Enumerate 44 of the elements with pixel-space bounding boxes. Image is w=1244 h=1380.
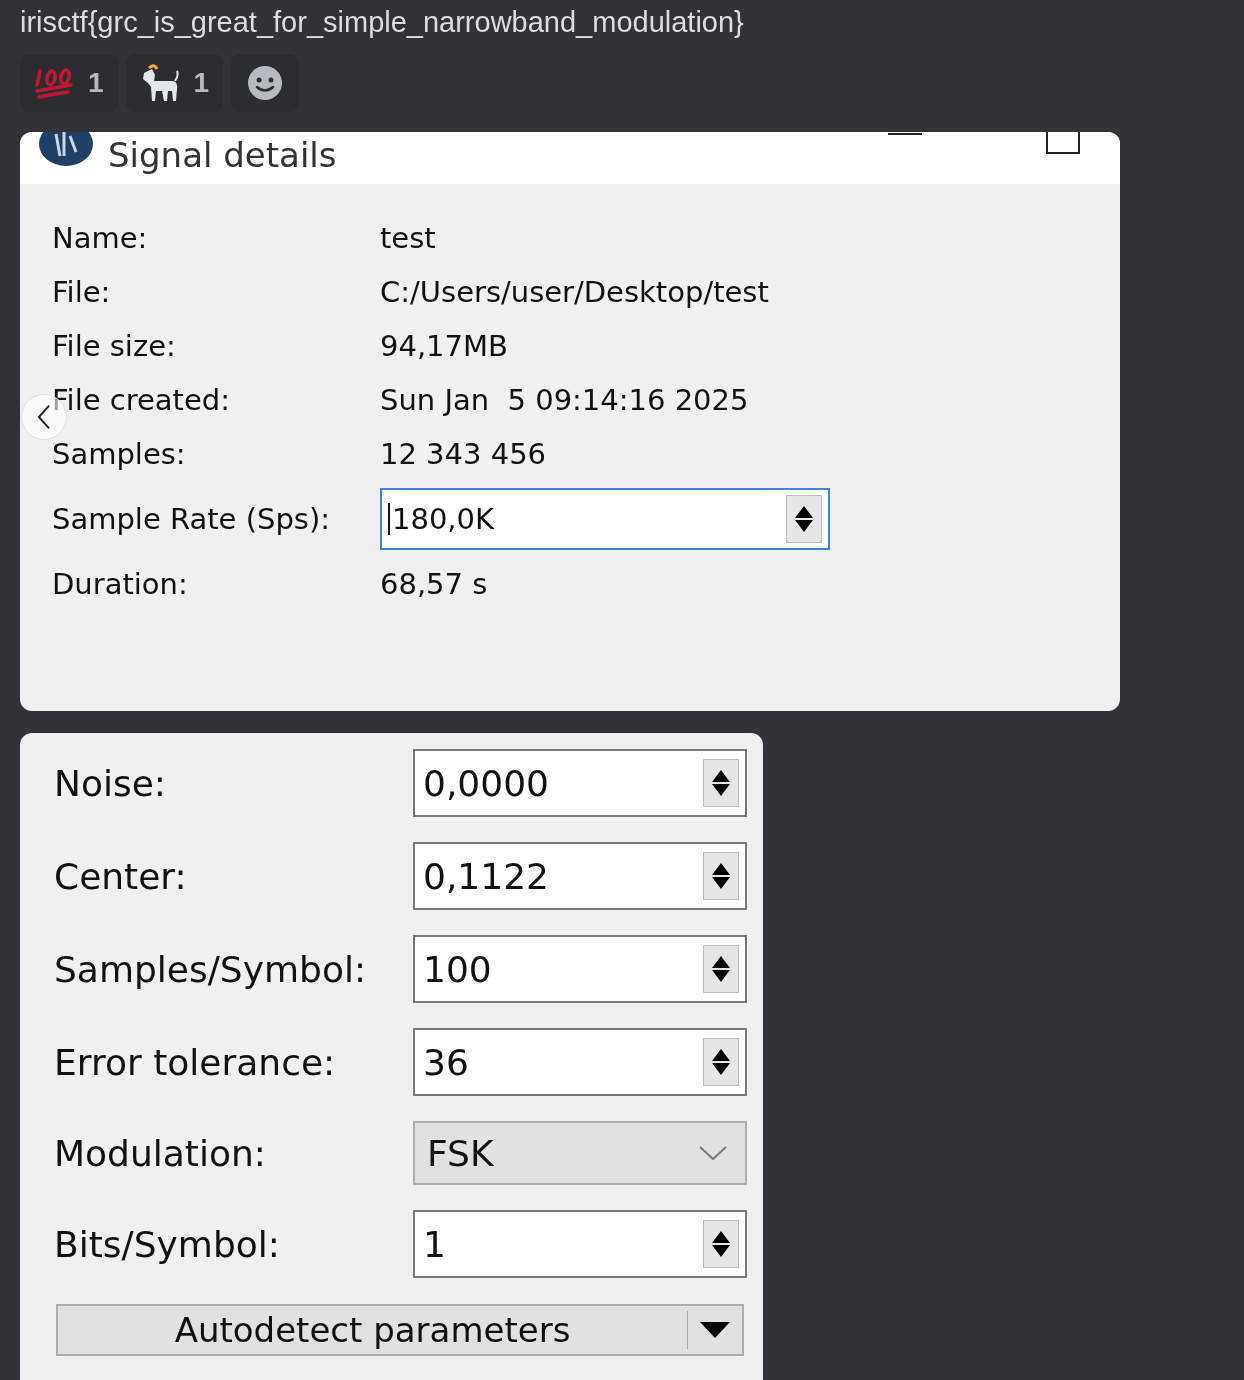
spin-buttons-icon[interactable] — [703, 759, 739, 807]
field-label: Center: — [54, 855, 188, 897]
field-label: Samples: — [52, 436, 186, 473]
message-text: irisctf{grc_is_great_for_simple_narrowband_modulation} — [20, 5, 745, 40]
field-value: Sun Jan 5 09:14:16 2025 — [380, 382, 749, 419]
field-label: Modulation: — [54, 1132, 267, 1174]
field-value: 68,57 s — [380, 566, 488, 603]
window-title: Signal details — [108, 134, 337, 176]
field-label: File created: — [52, 382, 230, 419]
field-value: 12 343 456 — [380, 436, 547, 473]
spin-box[interactable]: 0,1122 — [413, 842, 747, 910]
modulation-dropdown[interactable]: FSK — [413, 1121, 747, 1185]
maximize-icon[interactable] — [1046, 132, 1080, 154]
spin-box[interactable]: 0,0000 — [413, 749, 747, 817]
field-label: Duration: — [52, 566, 188, 603]
spin-box[interactable]: 36 — [413, 1028, 747, 1096]
field-label: File size: — [52, 328, 176, 365]
add-reaction-button[interactable] — [231, 54, 300, 112]
field-label: File: — [52, 274, 111, 311]
field-value: test — [380, 220, 436, 257]
spin-buttons-icon[interactable] — [703, 1220, 739, 1268]
field-label: Error tolerance: — [54, 1041, 337, 1083]
field-value: C:/Users/user/Desktop/test — [380, 274, 769, 311]
spin-buttons-icon[interactable] — [703, 852, 739, 900]
field-label: Bits/Symbol: — [54, 1223, 281, 1265]
chevron-down-icon — [699, 1146, 727, 1160]
field-label: Sample Rate (Sps): — [52, 501, 330, 538]
dropdown-arrow-icon[interactable] — [700, 1322, 730, 1338]
field-label: Name: — [52, 220, 148, 257]
hundred-points-icon — [34, 65, 74, 101]
field-label: Noise: — [54, 762, 167, 804]
sample-rate-field[interactable]: 180,0K — [380, 488, 830, 550]
reaction-button[interactable]: 1 — [20, 54, 118, 112]
spin-box[interactable]: 100 — [413, 935, 747, 1003]
field-label: Samples/Symbol: — [54, 948, 368, 990]
field-value: 94,17MB — [380, 328, 508, 365]
spin-box[interactable]: 1 — [413, 1210, 747, 1278]
reaction-button[interactable]: 1 — [125, 54, 224, 112]
chevron-left-icon — [37, 404, 51, 430]
spin-buttons-icon[interactable] — [703, 1038, 739, 1086]
spin-buttons-icon[interactable] — [786, 495, 822, 543]
autodetect-button[interactable]: Autodetect parameters — [56, 1304, 744, 1356]
spin-buttons-icon[interactable] — [703, 945, 739, 993]
smiley-icon — [247, 65, 284, 101]
